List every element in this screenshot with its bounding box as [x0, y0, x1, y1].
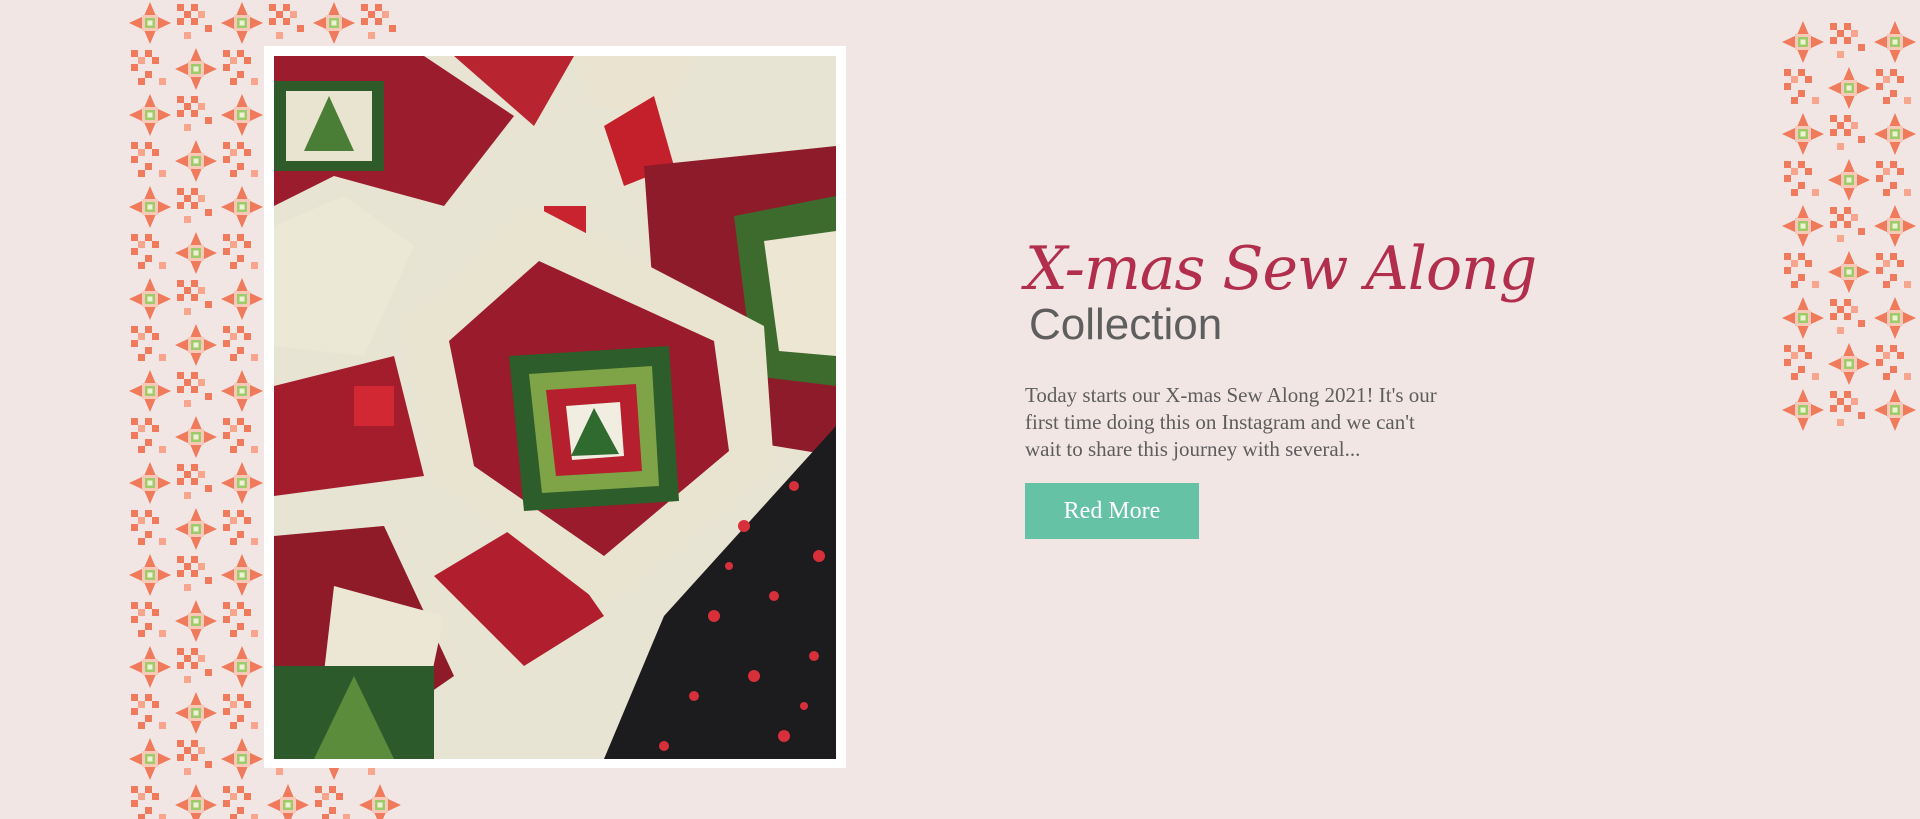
quilt-photo-image	[274, 56, 836, 759]
featured-photo-frame	[264, 46, 846, 768]
featured-photo[interactable]	[274, 56, 836, 759]
post-title: X-mas Sew Along	[1025, 234, 1537, 304]
read-more-button[interactable]: Red More	[1025, 483, 1199, 540]
quilt-pattern-image	[1780, 19, 1920, 432]
post-subtitle: Collection	[1029, 300, 1223, 349]
post-excerpt: Today starts our X-mas Sew Along 2021! I…	[1025, 383, 1437, 462]
post-content: X-mas Sew Along Collection Today starts …	[1025, 234, 1537, 540]
decorative-quilt-pattern-right	[1780, 19, 1920, 432]
